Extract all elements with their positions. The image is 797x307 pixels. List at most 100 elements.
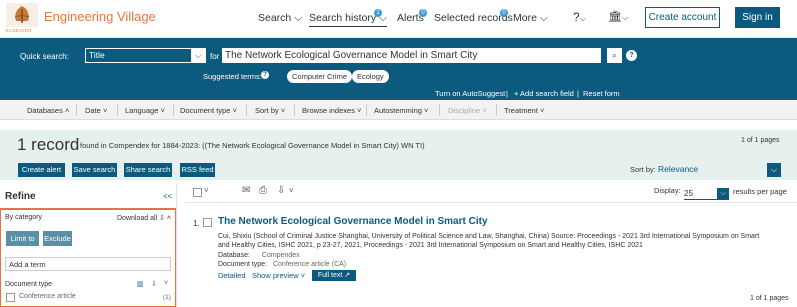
filter-discipline: Discipline ˅ [448, 106, 487, 115]
refine-sidebar: Refine << By category Download all ⇩ ˄ L… [0, 183, 177, 307]
suggested-terms-label: Suggested terms: [203, 72, 262, 81]
show-preview-label: Show preview [252, 271, 299, 280]
results-per-page-select[interactable]: 25 [684, 189, 718, 200]
add-term-input[interactable]: Add a term [5, 257, 171, 271]
display-label: Display: [654, 186, 681, 195]
top-header: ELSEVIER Engineering Village Search ⌵ Se… [0, 0, 797, 38]
search-field-value: Title [89, 50, 105, 60]
search-field-select[interactable]: Title ⌵ [85, 48, 206, 63]
divider [366, 104, 367, 116]
app-title[interactable]: Engineering Village [44, 9, 156, 24]
document-type-value: Conference article (CA) [272, 261, 347, 268]
chevron-up-icon: ˄ [166, 215, 171, 222]
link-separator: | [506, 89, 508, 98]
search-history-badge: 1 [374, 9, 382, 17]
filter-databases[interactable]: Databases ˄ [27, 106, 69, 115]
download-all-link[interactable]: Download all ⇩ ˄ [117, 214, 171, 222]
limit-to-button[interactable]: Limit to [6, 231, 39, 246]
filter-date-label: Date [85, 106, 101, 115]
divider [246, 104, 247, 116]
create-alert-button[interactable]: Create alert [18, 163, 65, 177]
result-title-link[interactable]: The Network Ecological Governance Model … [218, 216, 488, 227]
chevron-down-icon: ˅ [232, 106, 237, 115]
sort-by-label: Sort by: [630, 165, 656, 174]
search-icon[interactable]: ⌕ [607, 48, 622, 63]
print-icon[interactable]: ⎙ [259, 185, 267, 196]
for-label: for [210, 52, 220, 61]
sort-by-select[interactable]: Relevance [658, 164, 698, 174]
help-icon[interactable]: ?⌵ [573, 10, 586, 24]
chevron-down-icon[interactable]: ⌵ [767, 163, 781, 177]
filter-sort-by[interactable]: Sort by ˅ [255, 106, 285, 115]
suggested-term-chip[interactable]: Computer Crime [287, 70, 353, 83]
chevron-down-icon: ⌵ [191, 49, 205, 62]
divider [294, 104, 295, 116]
by-category-label: By category [5, 214, 42, 221]
filter-browse-indexes-label: Browse indexes [302, 106, 355, 115]
institution-icon[interactable]: 🏛⌵ [608, 10, 628, 23]
filter-treatment[interactable]: Treatment ˅ [504, 106, 544, 115]
detailed-link[interactable]: Detailed [218, 271, 246, 280]
filter-bar: Databases ˄ Date ˅ Language ˅ Document t… [0, 100, 797, 120]
email-icon[interactable]: ✉ [242, 185, 250, 196]
filter-browse-indexes[interactable]: Browse indexes ˅ [302, 106, 361, 115]
filter-language-label: Language [125, 106, 159, 115]
full-text-label: Full text [317, 272, 343, 279]
chevron-down-icon: ˅ [357, 106, 362, 115]
nav-more[interactable]: More ⌵ [513, 12, 548, 25]
nav-search[interactable]: Search ⌵ [258, 12, 302, 25]
document-type-label: Document type: [218, 261, 268, 268]
suggested-term-chip[interactable]: Ecology [352, 70, 389, 83]
help-icon[interactable]: ? [626, 50, 637, 61]
sign-in-button[interactable]: Sign in [735, 7, 780, 28]
nav-search-history-label: Search history [309, 12, 377, 24]
filter-databases-label: Databases [27, 106, 63, 115]
download-icon[interactable]: ⇩ [277, 185, 285, 196]
reset-form-link[interactable]: Reset form [583, 89, 620, 98]
help-icon[interactable]: ? [261, 71, 269, 79]
document-type-facet-label[interactable]: Document type [5, 281, 52, 288]
results-per-page-label: results per page [733, 187, 787, 196]
rss-feed-button[interactable]: RSS feed [180, 163, 215, 177]
save-search-button[interactable]: Save search [72, 163, 117, 177]
add-search-field-link[interactable]: + Add search field [514, 89, 574, 98]
divider [496, 104, 497, 116]
chevron-down-icon: ˅ [540, 106, 545, 115]
results-summary-band: 1 record found in Compendex for 1884-202… [0, 130, 797, 180]
filter-language[interactable]: Language ˅ [125, 106, 165, 115]
filter-autostemming[interactable]: Autostemming ˅ [374, 106, 428, 115]
select-all-checkbox[interactable] [193, 188, 202, 197]
create-account-button[interactable]: Create account [645, 7, 720, 28]
search-bar: Quick search: Title ⌵ for The Network Ec… [0, 38, 797, 100]
filter-date[interactable]: Date ˅ [85, 106, 107, 115]
chevron-down-icon[interactable]: ⌵ [717, 188, 729, 200]
chart-icon[interactable]: ▥ [137, 280, 144, 288]
chevron-down-icon: ˅ [424, 106, 429, 115]
divider [439, 104, 440, 116]
exclude-button[interactable]: Exclude [43, 231, 72, 246]
chevron-down-icon: ⌵ [539, 12, 548, 24]
show-preview-link[interactable]: Show preview ˅ [252, 271, 305, 280]
result-number: 1. [193, 219, 200, 228]
collapse-sidebar-button[interactable]: << [163, 192, 172, 201]
chevron-down-icon[interactable]: ˅ [204, 186, 209, 195]
elsevier-wordmark: ELSEVIER [6, 28, 33, 33]
database-value: Compendex [261, 252, 300, 259]
conference-article-checkbox[interactable] [6, 293, 15, 302]
result-citation-line-1: Cui, Shixiu (School of Criminal Justice … [218, 233, 760, 240]
filter-document-type[interactable]: Document type ˅ [180, 106, 237, 115]
result-checkbox[interactable] [203, 218, 212, 227]
chevron-down-icon: ⌵ [294, 12, 303, 24]
filter-autostemming-label: Autostemming [374, 106, 422, 115]
page-indicator-top: 1 of 1 pages [741, 137, 780, 144]
external-link-icon: ↗ [344, 272, 351, 279]
download-icon[interactable]: ⇩ [151, 280, 157, 288]
chevron-down-icon[interactable]: ˅ [164, 280, 168, 287]
full-text-button[interactable]: Full text ↗ [312, 270, 356, 281]
share-search-button[interactable]: Share search [124, 163, 172, 177]
chevron-down-icon[interactable]: ˅ [289, 186, 294, 195]
database-label: Database: [218, 252, 250, 259]
search-input[interactable]: The Network Ecological Governance Model … [222, 48, 601, 63]
turn-on-autosuggest-link[interactable]: Turn on AutoSuggest [435, 89, 505, 98]
page-indicator-bottom: 1 of 1 pages [750, 295, 789, 302]
